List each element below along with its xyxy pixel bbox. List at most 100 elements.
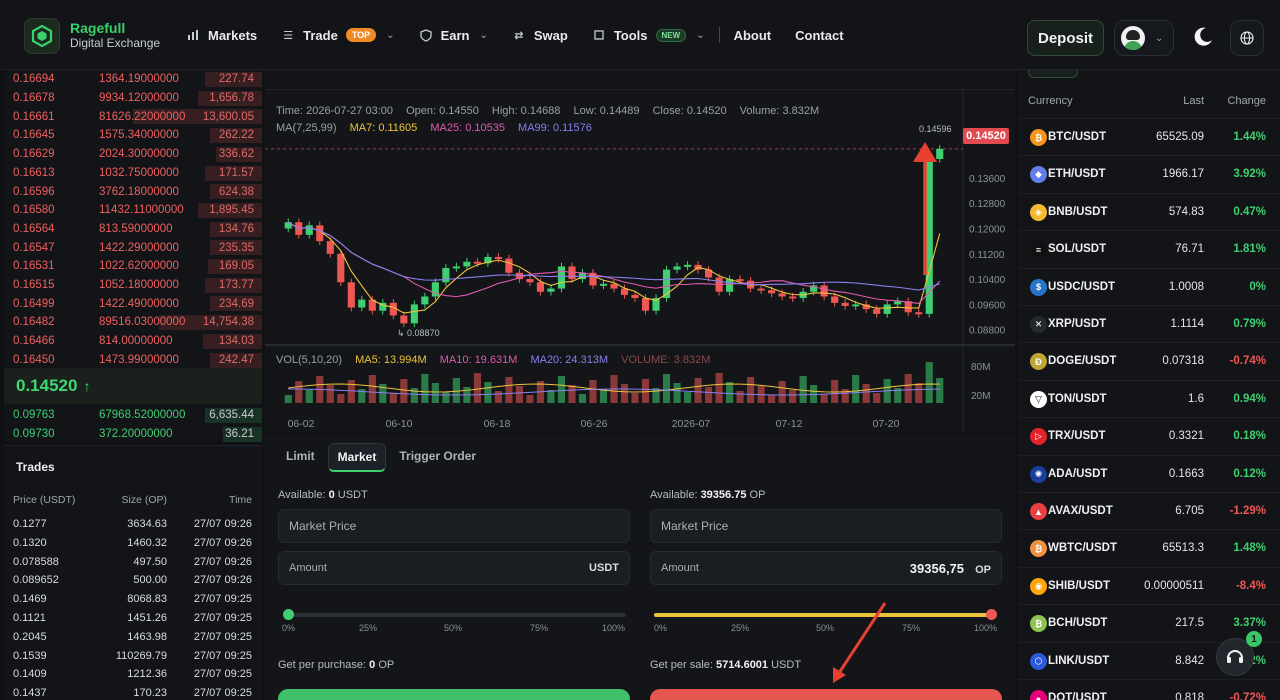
tick-25: 25% <box>731 623 750 633</box>
candle-body <box>936 148 944 159</box>
market-row-ton-usdt[interactable]: ▽ TON/USDT 1.6 0.94% <box>1018 379 1280 417</box>
bid-row[interactable]: 0.09730 372.20000000 36.21 <box>4 425 262 442</box>
brand-logo[interactable]: Ragefull Digital Exchange <box>24 18 160 54</box>
market-row-eth-usdt[interactable]: ◆ ETH/USDT 1966.17 3.92% <box>1018 155 1280 192</box>
trade-time: 27/07 09:25 <box>193 668 252 681</box>
ask-price: 0.16564 <box>13 222 55 235</box>
buy-price-field[interactable]: Market Price <box>278 509 630 543</box>
volume-bar <box>641 379 650 403</box>
nav-contact[interactable]: Contact <box>795 28 843 43</box>
bid-price: 0.09730 <box>13 428 55 441</box>
pair-name: SHIB/USDT <box>1048 579 1110 592</box>
sell-slider-handle[interactable] <box>986 609 997 620</box>
sell-amount-field[interactable]: Amount 39356,75 OP <box>650 551 1002 585</box>
tab-trigger-order[interactable]: Trigger Order <box>390 443 485 472</box>
last-price: 76.71 <box>1175 243 1204 256</box>
nav-swap[interactable]: ⇄ Swap <box>512 28 568 43</box>
price-chart[interactable]: 0.13600 0.12800 0.12000 0.11200 0.10400 0.096… <box>265 70 1015 432</box>
candle-body <box>820 285 828 297</box>
ask-price: 0.16450 <box>13 353 55 366</box>
ask-price: 0.16531 <box>13 260 55 273</box>
buy-percent-slider[interactable] <box>283 609 626 620</box>
ask-row[interactable]: 0.16645 1575.34000000 262.22 <box>4 126 262 145</box>
header-last: Last <box>1183 95 1204 107</box>
market-row-ada-usdt[interactable]: ✺ ADA/USDT 0.1663 0.12% <box>1018 454 1280 492</box>
ask-row[interactable]: 0.16596 3762.18000000 624.38 <box>4 182 262 201</box>
market-row-bch-usdt[interactable]: ₿ BCH/USDT 217.5 3.37% <box>1018 604 1280 641</box>
trade-size: 1212.36 <box>127 668 167 681</box>
tab-market[interactable]: Market <box>327 443 387 472</box>
sell-button[interactable] <box>650 689 1002 700</box>
nav-earn[interactable]: Earn ⌄ <box>419 28 488 43</box>
ask-row[interactable]: 0.16629 2024.30000000 336.62 <box>4 145 262 164</box>
market-row-btc-usdt[interactable]: ₿ BTC/USDT 65525.09 1.44% <box>1018 118 1280 155</box>
market-row-wbtc-usdt[interactable]: ₿ WBTC/USDT 65513.3 1.48% <box>1018 529 1280 566</box>
sell-price-field[interactable]: Market Price <box>650 509 1002 543</box>
ask-row[interactable]: 0.16482 89516.03000000 14,754.38 <box>4 313 262 332</box>
buy-amount-field[interactable]: Amount USDT <box>278 551 630 585</box>
ask-row[interactable]: 0.16661 81626.22000000 13,600.05 <box>4 107 262 126</box>
change-percent: 0.94% <box>1233 392 1266 405</box>
volume-bar <box>704 387 713 403</box>
volume-bar <box>768 395 776 403</box>
market-row-avax-usdt[interactable]: ▲ AVAX/USDT 6.705 -1.29% <box>1018 492 1280 529</box>
ask-row[interactable]: 0.16450 1473.99000000 242.47 <box>4 351 262 370</box>
nav-tools[interactable]: Tools NEW ⌄ <box>592 28 705 43</box>
tab-limit[interactable]: Limit <box>277 443 324 472</box>
ask-row[interactable]: 0.16466 814.00000000 134.03 <box>4 332 262 351</box>
volume-bar <box>620 384 629 403</box>
buy-slider-handle[interactable] <box>283 609 294 620</box>
nav-markets[interactable]: Markets <box>186 28 257 43</box>
market-row-doge-usdt[interactable]: Ð DOGE/USDT 0.07318 -0.74% <box>1018 342 1280 379</box>
trade-time: 27/07 09:25 <box>193 687 252 700</box>
market-row-usdc-usdt[interactable]: $ USDC/USDT 1.0008 0% <box>1018 267 1280 305</box>
headset-icon <box>1227 650 1243 663</box>
market-row-sol-usdt[interactable]: ≡ SOL/USDT 76.71 1.81% <box>1018 230 1280 267</box>
ask-size: 89516.03000000 <box>99 316 186 329</box>
ask-row[interactable]: 0.16580 11432.11000000 1,895.45 <box>4 201 262 220</box>
language-button[interactable] <box>1230 20 1264 56</box>
last-price: 8.842 <box>1175 654 1204 667</box>
candle-body <box>757 288 765 291</box>
ask-size: 814.00000000 <box>99 335 173 348</box>
candle-body <box>778 293 786 297</box>
ask-row[interactable]: 0.16499 1422.49000000 234.69 <box>4 294 262 313</box>
nav-trade[interactable]: ☰ Trade TOP ⌄ <box>281 28 394 43</box>
brand-subtitle: Digital Exchange <box>70 36 161 50</box>
coin-icon: ◈ <box>1030 203 1047 221</box>
ask-row[interactable]: 0.16564 813.59000000 134.76 <box>4 220 262 239</box>
market-tab-active[interactable] <box>1028 70 1078 78</box>
last-price: 0.1663 <box>1168 467 1204 480</box>
deposit-button[interactable]: Deposit <box>1027 20 1104 56</box>
ask-row[interactable]: 0.16515 1052.18000000 173.77 <box>4 276 262 295</box>
market-row-xrp-usdt[interactable]: ✕ XRP/USDT 1.1114 0.79% <box>1018 305 1280 342</box>
ask-row[interactable]: 0.16694 1364.19000000 227.74 <box>4 70 262 89</box>
market-row-trx-usdt[interactable]: ▷ TRX/USDT 0.3321 0.18% <box>1018 417 1280 454</box>
market-row-dot-usdt[interactable]: ● DOT/USDT 0.818 -0.72% <box>1018 679 1280 700</box>
volume-bar <box>568 385 576 403</box>
trades-panel: Trades Price (USDT) Size (OP) Time 0.127… <box>4 445 262 700</box>
bid-size: 67968.52000000 <box>99 409 186 422</box>
moon-icon[interactable] <box>1192 26 1214 48</box>
volume-bar <box>526 395 534 403</box>
market-row-bnb-usdt[interactable]: ◈ BNB/USDT 574.83 0.47% <box>1018 192 1280 230</box>
buy-button[interactable] <box>278 689 630 700</box>
ask-row[interactable]: 0.16531 1022.62000000 169.05 <box>4 257 262 276</box>
market-row-shib-usdt[interactable]: ◉ SHIB/USDT 0.00000511 -8.4% <box>1018 566 1280 604</box>
change-percent: 3.92% <box>1233 168 1266 181</box>
sell-percent-slider[interactable] <box>654 609 997 620</box>
nav-about[interactable]: About <box>734 28 772 43</box>
header-currency: Currency <box>1028 95 1073 107</box>
candle-body <box>683 264 692 267</box>
ask-row[interactable]: 0.16613 1032.75000000 171.57 <box>4 164 262 183</box>
list-icon: ☰ <box>283 29 294 42</box>
ask-row[interactable]: 0.16678 9934.12000000 1,656.78 <box>4 89 262 108</box>
account-menu-button[interactable]: ⌄ <box>1114 20 1174 56</box>
ask-total: 1,656.78 <box>209 92 254 105</box>
tick-0: 0% <box>654 623 668 633</box>
ask-total: 171.57 <box>218 166 254 179</box>
bid-row[interactable]: 0.09763 67968.52000000 6,635.44 <box>4 406 262 425</box>
pair-name: DOT/USDT <box>1048 692 1107 700</box>
ma99-line <box>287 221 940 291</box>
ask-row[interactable]: 0.16547 1422.29000000 235.35 <box>4 238 262 257</box>
